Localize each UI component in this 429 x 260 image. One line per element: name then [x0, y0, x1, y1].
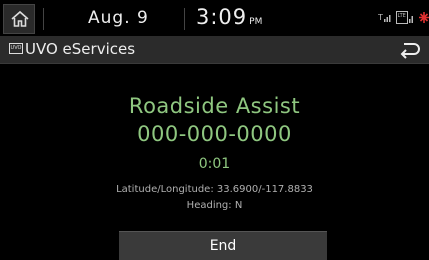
- home-icon: [11, 10, 29, 27]
- status-ampm: PM: [249, 17, 263, 27]
- home-button[interactable]: [3, 4, 35, 34]
- svg-text:LTE: LTE: [398, 13, 406, 19]
- service-name: Roadside Assist: [128, 94, 301, 118]
- coordinates-readout: Latitude/Longitude: 33.6900/-117.8833: [116, 184, 313, 195]
- call-timer: 0:01: [198, 156, 231, 172]
- status-bar: Aug. 9 3:09 PM T LTE: [0, 0, 429, 36]
- signal-icon: T: [378, 13, 391, 22]
- status-time-value: 3:09: [196, 5, 248, 29]
- heading-readout: Heading: N: [186, 200, 243, 211]
- status-divider: [184, 8, 185, 30]
- status-time: 3:09 PM: [196, 5, 262, 29]
- call-panel: Roadside Assist 000-000-0000 0:01 Latitu…: [0, 64, 429, 260]
- lte-icon: LTE: [396, 11, 413, 24]
- back-button[interactable]: [396, 40, 422, 60]
- status-divider: [43, 8, 44, 30]
- back-icon: [400, 43, 420, 59]
- title-bar: UVO UVO eServices: [0, 36, 429, 64]
- gps-icon: [419, 12, 429, 23]
- end-call-button[interactable]: End: [119, 231, 327, 260]
- svg-text:T: T: [378, 13, 383, 22]
- page-title: UVO eServices: [25, 40, 136, 58]
- phone-number: 000-000-0000: [137, 122, 292, 146]
- status-date: Aug. 9: [88, 8, 149, 28]
- uvo-logo-icon: UVO: [9, 43, 23, 54]
